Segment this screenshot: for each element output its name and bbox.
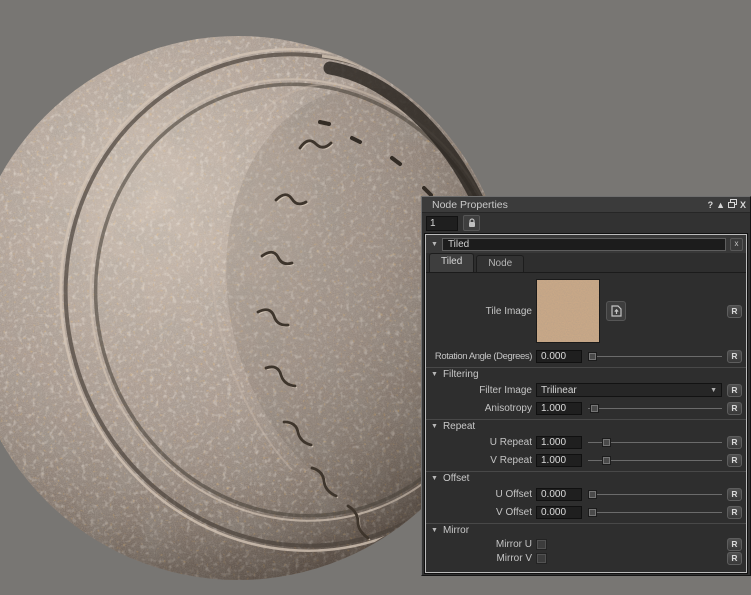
section-offset-label: Offset [443,473,470,484]
application-window: Node Properties ? ▲ X ▼ Ti [0,0,751,595]
mirror-u-checkbox[interactable] [536,539,547,550]
anisotropy-slider[interactable] [588,402,722,415]
v-offset-row: V Offset R [426,503,746,521]
mirror-u-row: Mirror U R [426,537,746,551]
section-mirror-label: Mirror [443,525,469,536]
group-close-button[interactable]: x [730,238,743,251]
item-count-input[interactable] [426,216,458,231]
anisotropy-row: Anisotropy R [426,399,746,417]
collapse-triangle-icon[interactable]: ▼ [431,475,438,482]
v-repeat-row: V Repeat R [426,451,746,469]
v-repeat-label: V Repeat [426,455,536,466]
reset-button[interactable]: R [727,350,742,363]
close-icon[interactable]: X [740,200,746,210]
collapse-triangle-icon[interactable]: ▼ [431,241,438,248]
panel-title: Node Properties [432,199,708,211]
slider-handle[interactable] [590,404,599,413]
v-repeat-slider[interactable] [588,454,722,467]
collapse-triangle-icon[interactable]: ▼ [431,527,438,534]
restore-icon[interactable] [728,199,737,210]
rotation-angle-label: Rotation Angle (Degrees) [426,351,536,362]
mirror-v-label: Mirror V [426,553,536,564]
chevron-down-icon: ▼ [710,387,717,394]
reset-button[interactable]: R [727,506,742,519]
section-offset[interactable]: ▼ Offset [426,471,746,485]
v-repeat-field[interactable] [536,454,582,467]
section-filtering-label: Filtering [443,369,479,380]
load-image-button[interactable] [606,301,626,321]
tiled-node-group: ▼ Tiled x Tiled Node Tile Image [425,234,747,573]
u-offset-label: U Offset [426,489,536,500]
slider-handle[interactable] [588,490,597,499]
lock-button[interactable] [463,215,480,231]
reset-button[interactable]: R [727,402,742,415]
mirror-v-checkbox[interactable] [536,553,547,564]
tile-image-label: Tile Image [426,306,536,317]
v-offset-field[interactable] [536,506,582,519]
filter-image-row: Filter Image Trilinear ▼ R [426,381,746,399]
filter-image-dropdown[interactable]: Trilinear ▼ [536,383,722,397]
tile-image-thumbnail[interactable] [536,279,600,343]
panel-toolbar [422,213,750,233]
mirror-u-label: Mirror U [426,539,536,550]
load-image-icon [611,305,622,317]
tab-tiled[interactable]: Tiled [429,253,474,272]
reset-button[interactable]: R [727,454,742,467]
slider-handle[interactable] [602,456,611,465]
slider-handle[interactable] [588,508,597,517]
tab-bar: Tiled Node [426,253,746,273]
anisotropy-label: Anisotropy [426,403,536,414]
u-offset-field[interactable] [536,488,582,501]
section-filtering[interactable]: ▼ Filtering [426,367,746,381]
filter-image-value: Trilinear [541,385,577,396]
reset-button[interactable]: R [727,384,742,397]
reset-button[interactable]: R [727,538,742,551]
titlebar-icons: ? ▲ X [708,199,746,210]
node-properties-panel: Node Properties ? ▲ X ▼ Ti [421,196,751,576]
anisotropy-field[interactable] [536,402,582,415]
slider-handle[interactable] [588,352,597,361]
reset-button[interactable]: R [727,488,742,501]
help-icon[interactable]: ? [708,200,714,210]
rotation-angle-slider[interactable] [588,350,722,363]
panel-titlebar[interactable]: Node Properties ? ▲ X [422,197,750,213]
u-repeat-row: U Repeat R [426,433,746,451]
group-header[interactable]: ▼ Tiled x [426,235,746,253]
tile-image-row: Tile Image R [426,273,746,347]
v-offset-slider[interactable] [588,506,722,519]
rotation-angle-row: Rotation Angle (Degrees) R [426,347,746,365]
u-repeat-label: U Repeat [426,437,536,448]
mirror-v-row: Mirror V R [426,551,746,565]
v-offset-label: V Offset [426,507,536,518]
collapse-triangle-icon[interactable]: ▼ [431,423,438,430]
u-repeat-slider[interactable] [588,436,722,449]
filter-image-label: Filter Image [426,385,536,396]
rotation-angle-field[interactable] [536,350,582,363]
u-offset-slider[interactable] [588,488,722,501]
reset-button[interactable]: R [727,552,742,565]
section-mirror[interactable]: ▼ Mirror [426,523,746,537]
node-name-field[interactable]: Tiled [442,238,726,251]
slider-handle[interactable] [602,438,611,447]
reset-button[interactable]: R [727,305,742,318]
reset-button[interactable]: R [727,436,742,449]
section-repeat-label: Repeat [443,421,475,432]
u-repeat-field[interactable] [536,436,582,449]
section-repeat[interactable]: ▼ Repeat [426,419,746,433]
tab-node[interactable]: Node [476,255,524,272]
u-offset-row: U Offset R [426,485,746,503]
pin-icon[interactable]: ▲ [716,200,725,210]
lock-icon [467,218,477,228]
collapse-triangle-icon[interactable]: ▼ [431,371,438,378]
